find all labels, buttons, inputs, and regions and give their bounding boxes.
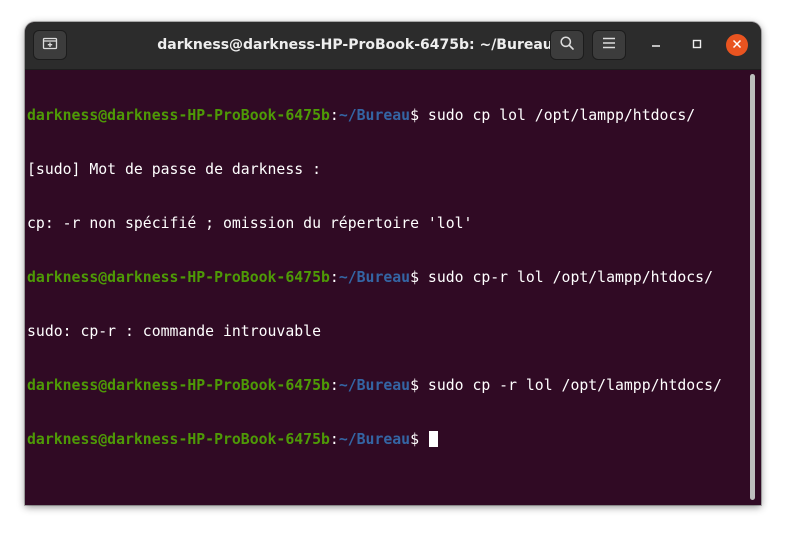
command-text: $ sudo cp-r lol /opt/lampp/htdocs/ xyxy=(410,269,713,286)
prompt-path: ~/Bureau xyxy=(338,431,411,448)
prompt-path: ~/Bureau xyxy=(338,107,411,124)
prompt-separator: : xyxy=(329,269,339,286)
prompt-separator: : xyxy=(329,377,339,394)
terminal-window: darkness@darkness-HP-ProBook-6475b: ~/Bu… xyxy=(25,22,761,505)
text-cursor xyxy=(428,431,438,447)
close-button[interactable] xyxy=(726,34,748,56)
search-button[interactable] xyxy=(550,30,584,60)
minimize-button[interactable] xyxy=(645,34,667,56)
prompt-separator: : xyxy=(329,107,339,124)
hamburger-menu-icon xyxy=(602,36,616,54)
terminal-line: darkness@darkness-HP-ProBook-6475b:~/Bur… xyxy=(27,107,722,125)
prompt-user-host: darkness@darkness-HP-ProBook-6475b xyxy=(27,377,330,394)
menu-button[interactable] xyxy=(592,30,626,60)
terminal-line: sudo: cp-r : commande introuvable xyxy=(27,323,321,340)
command-text: $ sudo cp -r lol /opt/lampp/htdocs/ xyxy=(410,377,722,394)
vertical-scrollbar[interactable] xyxy=(750,74,755,500)
terminal-line: [sudo] Mot de passe de darkness : xyxy=(27,161,321,178)
command-text: $ sudo cp lol /opt/lampp/htdocs/ xyxy=(410,107,696,124)
prompt-path: ~/Bureau xyxy=(338,377,411,394)
maximize-button[interactable] xyxy=(686,34,708,56)
window-title: darkness@darkness-HP-ProBook-6475b: ~/Bu… xyxy=(157,37,553,53)
prompt-user-host: darkness@darkness-HP-ProBook-6475b xyxy=(27,269,330,286)
terminal-line: darkness@darkness-HP-ProBook-6475b:~/Bur… xyxy=(27,269,722,287)
command-text: $ xyxy=(410,431,428,448)
prompt-separator: : xyxy=(329,431,339,448)
prompt-user-host: darkness@darkness-HP-ProBook-6475b xyxy=(27,431,330,448)
title-bar[interactable]: darkness@darkness-HP-ProBook-6475b: ~/Bu… xyxy=(25,22,761,70)
maximize-icon xyxy=(692,36,702,54)
terminal-line: darkness@darkness-HP-ProBook-6475b:~/Bur… xyxy=(27,377,722,395)
new-tab-button[interactable] xyxy=(33,30,67,60)
terminal-line-current-prompt[interactable]: darkness@darkness-HP-ProBook-6475b:~/Bur… xyxy=(27,431,722,449)
close-icon xyxy=(732,36,742,54)
new-tab-icon xyxy=(42,35,58,56)
terminal-line: cp: -r non spécifié ; omission du répert… xyxy=(27,215,473,232)
terminal-output-area[interactable]: darkness@darkness-HP-ProBook-6475b:~/Bur… xyxy=(25,70,761,505)
minimize-icon xyxy=(651,36,661,54)
terminal-lines: darkness@darkness-HP-ProBook-6475b:~/Bur… xyxy=(27,71,722,485)
search-icon xyxy=(559,35,575,56)
prompt-user-host: darkness@darkness-HP-ProBook-6475b xyxy=(27,107,330,124)
prompt-path: ~/Bureau xyxy=(338,269,411,286)
